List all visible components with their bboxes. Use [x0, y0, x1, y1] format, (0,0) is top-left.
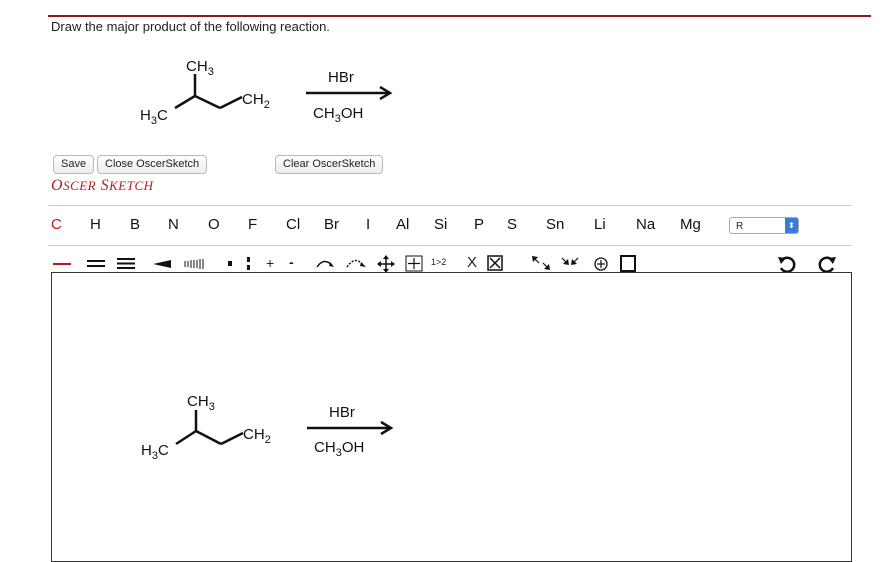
redo-icon[interactable] [816, 254, 838, 274]
expand-arrows-icon[interactable] [530, 254, 552, 272]
canvas-top-methyl-label: CH3 [187, 393, 215, 413]
molecule-bonds [174, 74, 243, 110]
oscer-sketch-logo: OSCER SKETCH [51, 177, 154, 194]
reaction-scheme: CH3 H3C CH2 HBr CH3OH [140, 58, 393, 127]
canvas-reaction-scheme: CH3 H3C CH2 HBr CH3OH [141, 393, 394, 462]
charge-plus-button[interactable]: + [266, 255, 274, 271]
canvas-reagent-top-label: HBr [329, 404, 355, 421]
left-methyl-label: H3C [140, 107, 168, 127]
center-target-icon[interactable] [592, 254, 610, 272]
element-cl[interactable]: Cl [286, 216, 300, 233]
select-box-icon[interactable] [618, 254, 638, 272]
move-icon[interactable] [376, 254, 396, 272]
delete-box-icon[interactable] [486, 254, 504, 272]
close-oscersketch-button[interactable]: Close OscerSketch [97, 155, 208, 174]
radical-icon[interactable] [243, 254, 255, 272]
toolbar-divider-top [48, 205, 852, 206]
canvas-molecule-bonds [175, 410, 244, 446]
toolbar-divider-bottom [48, 245, 852, 246]
element-mg[interactable]: Mg [680, 216, 701, 233]
alkene-carbon-label: CH2 [242, 91, 270, 111]
element-s[interactable]: S [507, 216, 517, 233]
question-text: Draw the major product of the following … [51, 19, 330, 34]
sketch-canvas[interactable]: CH3 H3C CH2 HBr CH3OH [51, 272, 852, 562]
electron-pair-arrow-icon[interactable] [344, 254, 368, 272]
element-i[interactable]: I [366, 216, 370, 233]
single-bond-icon[interactable] [51, 254, 73, 272]
clear-oscersketch-button[interactable]: Clear OscerSketch [275, 155, 384, 174]
wedge-bond-icon[interactable] [151, 254, 173, 272]
element-h[interactable]: H [90, 216, 101, 233]
charge-minus-button[interactable]: - [289, 254, 294, 270]
element-si[interactable]: Si [434, 216, 447, 233]
reagent-top-label: HBr [328, 69, 354, 86]
reagent-bottom-label: CH3OH [313, 105, 363, 125]
atom-map-button[interactable]: 1>2 [431, 257, 446, 267]
canvas-left-methyl-label: H3C [141, 442, 169, 462]
triple-bond-icon[interactable] [115, 254, 137, 272]
lone-pair-dot-icon[interactable] [224, 254, 236, 272]
select-arrow-icon: ⬍ [785, 218, 798, 233]
single-electron-arrow-icon[interactable] [314, 254, 336, 272]
element-br[interactable]: Br [324, 216, 339, 233]
move-box-icon[interactable] [404, 254, 424, 272]
element-c[interactable]: C [51, 216, 62, 233]
element-na[interactable]: Na [636, 216, 655, 233]
canvas-alkene-carbon-label: CH2 [243, 426, 271, 446]
element-b[interactable]: B [130, 216, 140, 233]
undo-icon[interactable] [776, 254, 798, 274]
element-f[interactable]: F [248, 216, 257, 233]
r-group-select-value: R [736, 221, 744, 232]
top-methyl-label: CH3 [186, 58, 214, 78]
element-o[interactable]: O [208, 216, 220, 233]
save-button[interactable]: Save [53, 155, 95, 174]
element-n[interactable]: N [168, 216, 179, 233]
r-group-select[interactable]: R ⬍ [729, 217, 799, 234]
top-divider [48, 15, 871, 17]
canvas-reagent-bottom-label: CH3OH [314, 439, 364, 459]
element-p[interactable]: P [474, 216, 484, 233]
element-li[interactable]: Li [594, 216, 606, 233]
element-al[interactable]: Al [396, 216, 409, 233]
delete-button[interactable]: X [467, 254, 477, 271]
double-bond-icon[interactable] [85, 254, 107, 272]
hash-bond-icon[interactable] [182, 254, 206, 272]
element-sn[interactable]: Sn [546, 216, 564, 233]
contract-arrows-icon[interactable] [558, 254, 582, 272]
